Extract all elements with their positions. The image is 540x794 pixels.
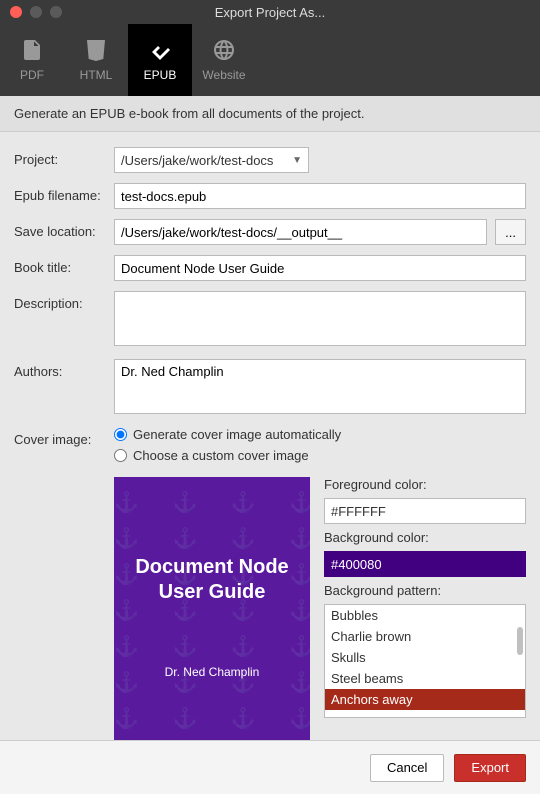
cover-preview-title: Document Node User Guide — [135, 555, 288, 605]
pattern-item[interactable]: Steel beams — [325, 668, 525, 689]
fg-color-label: Foreground color: — [324, 477, 526, 492]
pdf-icon — [20, 38, 44, 62]
bg-color-input[interactable]: #400080 — [324, 551, 526, 577]
minimize-window-icon — [30, 6, 42, 18]
title-bar: Export Project As... — [0, 0, 540, 24]
chevron-down-icon: ▼ — [292, 155, 302, 166]
save-location-input[interactable] — [114, 219, 487, 245]
cover-image-label: Cover image: — [14, 427, 114, 447]
description-label: Description: — [14, 291, 114, 311]
bg-pattern-label: Background pattern: — [324, 583, 526, 598]
maximize-window-icon — [50, 6, 62, 18]
pattern-item[interactable]: Skulls — [325, 647, 525, 668]
cover-custom-radio[interactable]: Choose a custom cover image — [114, 448, 526, 463]
browse-button[interactable]: ... — [495, 219, 526, 245]
bg-color-label: Background color: — [324, 530, 526, 545]
description-input[interactable] — [114, 291, 526, 346]
save-location-label: Save location: — [14, 219, 114, 239]
export-button[interactable]: Export — [454, 754, 526, 782]
scrollbar-thumb[interactable] — [517, 627, 523, 655]
html-icon — [84, 38, 108, 62]
form-area: Project: /Users/jake/work/test-docs ▼ Ep… — [0, 132, 540, 776]
button-bar: Cancel Export — [0, 740, 540, 794]
tab-website[interactable]: Website — [192, 24, 256, 96]
tab-epub[interactable]: EPUB — [128, 24, 192, 96]
authors-label: Authors: — [14, 359, 114, 379]
tab-html[interactable]: HTML — [64, 24, 128, 96]
book-title-label: Book title: — [14, 255, 114, 275]
cancel-button[interactable]: Cancel — [370, 754, 444, 782]
window-title: Export Project As... — [215, 5, 326, 20]
cover-auto-radio[interactable]: Generate cover image automatically — [114, 427, 526, 442]
tab-pdf[interactable]: PDF — [0, 24, 64, 96]
epub-filename-input[interactable] — [114, 183, 526, 209]
book-title-input[interactable] — [114, 255, 526, 281]
cover-preview: Document Node User Guide Dr. Ned Champli… — [114, 477, 310, 757]
epub-icon — [148, 38, 172, 62]
fg-color-input[interactable]: #FFFFFF — [324, 498, 526, 524]
close-window-icon[interactable] — [10, 6, 22, 18]
project-select[interactable]: /Users/jake/work/test-docs ▼ — [114, 147, 309, 173]
epub-filename-label: Epub filename: — [14, 183, 114, 203]
pattern-item[interactable]: Bubbles — [325, 605, 525, 626]
pattern-item[interactable]: Charlie brown — [325, 626, 525, 647]
cover-preview-author: Dr. Ned Champlin — [165, 665, 260, 679]
pattern-list[interactable]: BubblesCharlie brownSkullsSteel beamsAnc… — [324, 604, 526, 718]
globe-icon — [212, 38, 236, 62]
authors-input[interactable]: Dr. Ned Champlin — [114, 359, 526, 414]
pattern-item[interactable]: Anchors away — [325, 689, 525, 710]
export-type-tabs: PDF HTML EPUB Website — [0, 24, 540, 96]
project-label: Project: — [14, 147, 114, 167]
export-description: Generate an EPUB e-book from all documen… — [0, 96, 540, 132]
